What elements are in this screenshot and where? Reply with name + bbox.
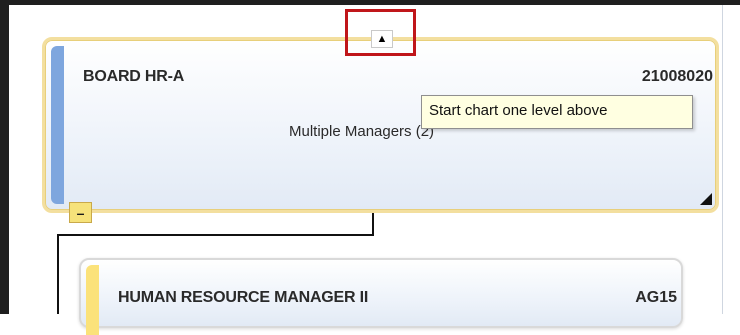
- minus-icon: –: [76, 204, 85, 221]
- card-color-stripe: [86, 265, 99, 335]
- collapse-button[interactable]: –: [69, 202, 92, 223]
- card-code: 21008020: [641, 68, 713, 85]
- window-left-border: [0, 0, 9, 314]
- connector-line: [57, 234, 59, 314]
- card-title: HUMAN RESOURCE MANAGER II: [118, 289, 369, 306]
- window-top-border: [0, 0, 740, 5]
- connector-line: [372, 213, 374, 235]
- card-title: BOARD HR-A: [83, 68, 185, 85]
- card-color-stripe: [51, 46, 64, 204]
- org-card-hr-manager-ii[interactable]: HUMAN RESOURCE MANAGER II AG15: [79, 258, 683, 335]
- card-code: AG15: [635, 289, 677, 306]
- panel-right-divider: [722, 5, 723, 314]
- card-managers-link[interactable]: Multiple Managers (2): [289, 123, 434, 140]
- highlight-box: [345, 9, 416, 56]
- connector-line: [57, 234, 374, 236]
- tooltip: Start chart one level above: [421, 95, 693, 129]
- resize-corner-icon[interactable]: [700, 193, 712, 205]
